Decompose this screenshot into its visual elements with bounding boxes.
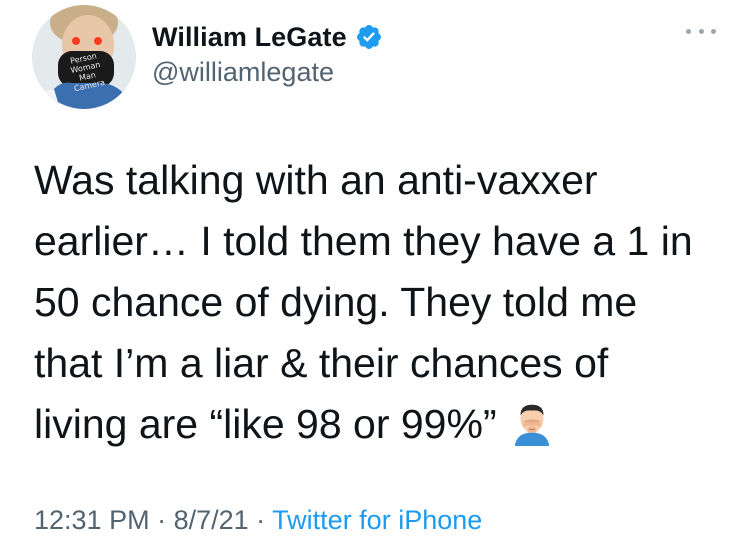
- tweet-time[interactable]: 12:31 PM: [34, 505, 150, 535]
- verified-badge-icon: [356, 25, 381, 49]
- more-dot: [698, 28, 704, 34]
- display-name[interactable]: William LeGate: [152, 22, 347, 53]
- more-options-icon[interactable]: [686, 24, 716, 38]
- tweet-meta: 12:31 PM · 8/7/21 · Twitter for iPhone: [34, 505, 482, 536]
- more-dot: [711, 28, 716, 34]
- author-name-row[interactable]: William LeGate: [152, 20, 383, 54]
- avatar[interactable]: Person Woman Man Camera: [32, 5, 136, 109]
- tweet-date[interactable]: 8/7/21: [174, 505, 249, 535]
- meta-separator: ·: [248, 505, 273, 535]
- tweet-text-line: Was talking with an anti-vaxxer: [34, 157, 598, 203]
- meta-separator: ·: [149, 505, 174, 535]
- author-handle[interactable]: @williamlegate: [152, 57, 334, 88]
- tweet-text: Was talking with an anti-vaxxer earlier……: [34, 150, 724, 455]
- more-dot: [686, 28, 691, 34]
- tweet-text-line-last: living are “like 98 or 99%”: [34, 394, 724, 455]
- tweet-text-line: that I’m a liar & their chances of: [34, 340, 609, 386]
- tweet-text-line: 50 chance of dying. They told me: [34, 279, 638, 325]
- avatar-photo: Person Woman Man Camera: [32, 5, 136, 109]
- tweet-text-line: earlier… I told them they have a 1 in: [34, 218, 693, 264]
- tweet-text-line: living are “like 98 or 99%”: [34, 401, 497, 447]
- tweet: Person Woman Man Camera William LeGate @…: [0, 0, 750, 557]
- man-facepalming-icon: [514, 404, 549, 446]
- tweet-source-link[interactable]: Twitter for iPhone: [272, 505, 482, 535]
